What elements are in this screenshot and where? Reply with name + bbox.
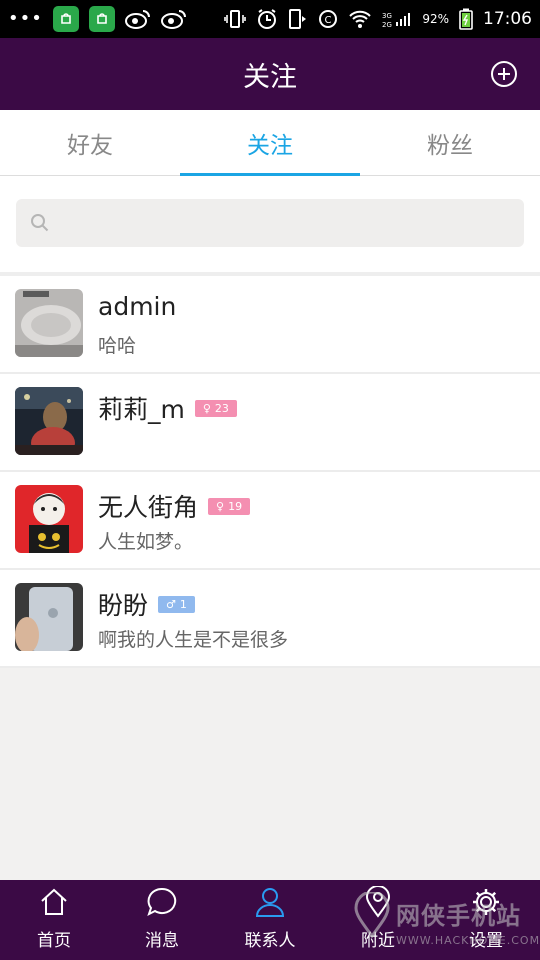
- gear-icon: [471, 884, 501, 920]
- signal-icon: 3G 2G: [382, 10, 412, 28]
- search-area: [0, 176, 540, 272]
- wifi-icon: [348, 9, 372, 29]
- search-input[interactable]: [58, 211, 502, 235]
- female-icon: ♀: [216, 499, 225, 513]
- age-value: 19: [228, 499, 243, 513]
- male-icon: ♂: [166, 597, 176, 611]
- status-bar: ••• C 3G 2G 92% 17:06: [0, 0, 540, 38]
- svg-text:3G: 3G: [382, 12, 392, 20]
- app-green-icon: [88, 6, 115, 32]
- battery-icon: [459, 8, 473, 30]
- clock: 17:06: [483, 9, 532, 29]
- add-button[interactable]: [490, 60, 518, 88]
- plus-circle-icon: [491, 61, 517, 87]
- gender-age-badge: ♀ 23: [194, 399, 237, 417]
- nav-home[interactable]: 首页: [0, 880, 108, 960]
- bottom-nav: 首页 消息 联系人 附近 设置: [0, 880, 540, 960]
- data-icon: C: [318, 9, 338, 29]
- age-value: 23: [214, 401, 229, 415]
- contact-name: admin: [98, 292, 177, 321]
- name-line: admin: [98, 292, 176, 321]
- gender-age-badge: ♀ 19: [208, 497, 251, 515]
- gender-age-badge: ♂ 1: [158, 595, 195, 613]
- app-green-icon: [52, 6, 79, 32]
- list-item[interactable]: 盼盼 ♂ 1 啊我的人生是不是很多: [0, 570, 540, 668]
- more-dots-icon: •••: [8, 8, 43, 29]
- app-header: 关注: [0, 38, 540, 110]
- svg-text:C: C: [325, 15, 332, 26]
- nav-label: 联系人: [244, 931, 296, 951]
- chat-icon: [146, 884, 178, 920]
- tab-bar: 好友 关注 粉丝: [0, 110, 540, 176]
- avatar[interactable]: [15, 289, 83, 357]
- location-icon: [365, 884, 391, 920]
- nav-label: 首页: [37, 931, 71, 951]
- person-icon: [255, 884, 285, 920]
- nav-contacts[interactable]: 联系人: [216, 880, 324, 960]
- name-line: 盼盼 ♂ 1: [98, 586, 195, 622]
- vibrate-icon: [224, 9, 247, 29]
- tab-fans[interactable]: 粉丝: [360, 110, 540, 175]
- svg-text:2G: 2G: [382, 21, 392, 28]
- age-value: 1: [179, 597, 187, 611]
- alarm-icon: [256, 8, 278, 30]
- page-title: 关注: [243, 61, 297, 93]
- tab-following[interactable]: 关注: [180, 110, 360, 176]
- weibo-icon: [124, 9, 151, 29]
- avatar[interactable]: [15, 583, 83, 651]
- battery-percent: 92%: [422, 12, 449, 26]
- contact-name: 无人街角: [98, 493, 199, 522]
- phone-icon: [288, 8, 308, 30]
- nav-label: 附近: [361, 931, 395, 951]
- contact-name: 莉莉_m: [98, 395, 185, 424]
- home-icon: [39, 884, 69, 920]
- name-line: 莉莉_m ♀ 23: [98, 390, 237, 426]
- female-icon: ♀: [202, 401, 211, 415]
- avatar[interactable]: [15, 485, 83, 553]
- nav-label: 消息: [145, 931, 179, 951]
- name-line: 无人街角 ♀ 19: [98, 488, 251, 524]
- avatar[interactable]: [15, 387, 83, 455]
- nav-label: 设置: [469, 931, 503, 951]
- contact-status: 啊我的人生是不是很多: [98, 629, 289, 651]
- contact-status: 人生如梦。: [98, 531, 194, 553]
- contact-name: 盼盼: [98, 591, 149, 620]
- list-item[interactable]: 莉莉_m ♀ 23: [0, 374, 540, 472]
- nav-nearby[interactable]: 附近: [324, 880, 432, 960]
- search-box[interactable]: [16, 199, 524, 247]
- nav-settings[interactable]: 设置: [432, 880, 540, 960]
- list-item[interactable]: admin 哈哈: [0, 276, 540, 374]
- search-icon: [31, 214, 49, 232]
- weibo-icon: [160, 9, 187, 29]
- tab-friends[interactable]: 好友: [0, 110, 180, 175]
- contact-status: 哈哈: [98, 335, 137, 357]
- contact-list: admin 哈哈 莉莉_m ♀ 23 无人街角 ♀ 19 人生如梦。 盼盼 ♂ …: [0, 276, 540, 668]
- list-item[interactable]: 无人街角 ♀ 19 人生如梦。: [0, 472, 540, 570]
- nav-messages[interactable]: 消息: [108, 880, 216, 960]
